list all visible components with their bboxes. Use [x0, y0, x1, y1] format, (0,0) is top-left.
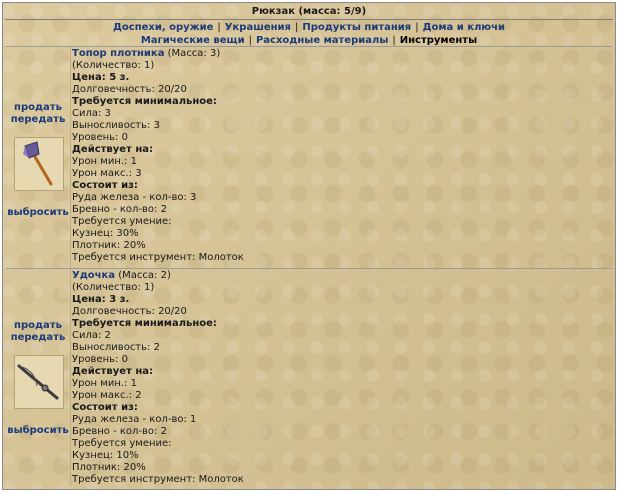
skill-carpenter: Плотник: 20%	[72, 240, 146, 251]
list-item: продать передать выбросить Удочка (Масса…	[6, 268, 612, 486]
req-strength: Сила: 2	[72, 330, 111, 341]
tab-food[interactable]: Продукты питания	[302, 22, 411, 33]
skill-title: Требуется умение:	[72, 216, 172, 227]
give-button[interactable]: передать	[6, 332, 70, 344]
list-item: продать передать выбросить Топор плотник…	[6, 46, 612, 268]
tab-houses-keys[interactable]: Дома и ключи	[423, 22, 505, 33]
req-stamina: Выносливость: 3	[72, 120, 160, 131]
item-name[interactable]: Топор плотника	[72, 48, 164, 59]
item-description: Топор плотника (Масса: 3) (Количество: 1…	[72, 47, 612, 264]
give-button[interactable]: передать	[6, 114, 70, 126]
item-price: Цена: 3 з.	[72, 294, 130, 305]
requirements-title: Требуется минимальное:	[72, 318, 217, 329]
item-actions: продать передать выбросить	[6, 47, 71, 268]
sell-button[interactable]: продать	[6, 102, 70, 114]
tab-consumables[interactable]: Расходные материалы	[256, 35, 388, 46]
drop-button[interactable]: выбросить	[6, 207, 70, 219]
axe-icon	[14, 137, 64, 191]
req-stamina: Выносливость: 2	[72, 342, 160, 353]
item-durability: Долговечность: 20/20	[72, 306, 187, 317]
category-nav: Доспехи, оружие | Украшения | Продукты питан…	[3, 20, 615, 49]
fishing-rod-icon	[14, 355, 64, 409]
backpack-title: Рюкзак (масса: 5/9)	[251, 6, 367, 17]
composition-log: Бревно - кол-во: 2	[72, 204, 167, 215]
composition-ore: Руда железа - кол-во: 3	[72, 192, 197, 203]
damage-min: Урон мин.: 1	[72, 378, 137, 389]
damage-max: Урон макс.: 3	[72, 168, 142, 179]
drop-button[interactable]: выбросить	[6, 425, 70, 437]
item-actions: продать передать выбросить	[6, 269, 71, 486]
required-tool: Требуется инструмент: Молоток	[72, 474, 244, 485]
item-description: Удочка (Масса: 2) (Количество: 1) Цена: …	[72, 269, 612, 486]
item-mass: (Масса: 2)	[118, 270, 171, 281]
item-count: (Количество: 1)	[72, 60, 155, 71]
requirements-title: Требуется минимальное:	[72, 96, 217, 107]
skill-carpenter: Плотник: 20%	[72, 462, 146, 473]
tab-magic-items[interactable]: Магические вещи	[141, 35, 245, 46]
effects-title: Действует на:	[72, 144, 153, 155]
item-mass: (Масса: 3)	[167, 48, 221, 59]
tab-jewelry[interactable]: Украшения	[225, 22, 291, 33]
skill-smith: Кузнец: 10%	[72, 450, 139, 461]
skill-title: Требуется умение:	[72, 438, 172, 449]
sell-button[interactable]: продать	[6, 320, 70, 332]
composition-title: Состоит из:	[72, 180, 138, 191]
item-count: (Количество: 1)	[72, 282, 155, 293]
skill-smith: Кузнец: 30%	[72, 228, 139, 239]
inventory-panel: Рюкзак (масса: 5/9) Доспехи, оружие | Укра…	[2, 2, 616, 490]
composition-title: Состоит из:	[72, 402, 138, 413]
damage-max: Урон макс.: 2	[72, 390, 142, 401]
req-level: Уровень: 0	[72, 354, 128, 365]
item-price: Цена: 5 з.	[72, 72, 130, 83]
item-durability: Долговечность: 20/20	[72, 84, 187, 95]
composition-ore: Руда железа - кол-во: 1	[72, 414, 197, 425]
req-level: Уровень: 0	[72, 132, 128, 143]
req-strength: Сила: 3	[72, 108, 111, 119]
required-tool: Требуется инструмент: Молоток	[72, 252, 244, 263]
tab-tools-active: Инструменты	[399, 35, 478, 46]
damage-min: Урон мин.: 1	[72, 156, 137, 167]
tab-armor-weapons[interactable]: Доспехи, оружие	[113, 22, 213, 33]
composition-log: Бревно - кол-во: 2	[72, 426, 167, 437]
item-list: продать передать выбросить Топор плотник…	[6, 46, 612, 486]
category-row-1: Доспехи, оружие | Украшения | Продукты питан…	[113, 22, 505, 33]
effects-title: Действует на:	[72, 366, 153, 377]
item-name[interactable]: Удочка	[72, 270, 115, 281]
